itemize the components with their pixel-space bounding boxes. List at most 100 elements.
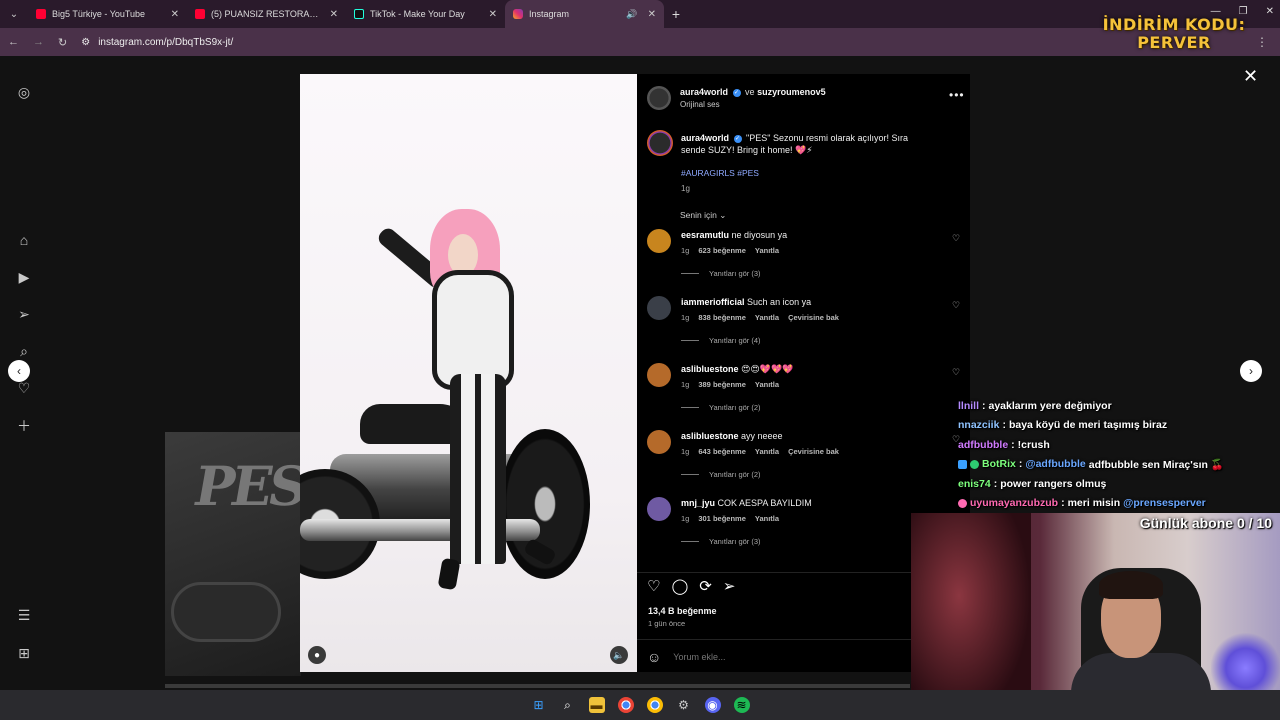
- like-comment-heart-icon[interactable]: ♡: [952, 300, 960, 311]
- site-info-icon[interactable]: ⚙: [81, 37, 90, 48]
- comment-avatar[interactable]: [647, 296, 671, 320]
- browser-menu-icon[interactable]: ⋮: [1256, 35, 1268, 49]
- comment-sort-dropdown[interactable]: Senin için ⌄: [680, 210, 726, 221]
- comment-input[interactable]: [673, 651, 874, 662]
- send-icon[interactable]: ➢: [16, 306, 32, 322]
- windows-start-icon[interactable]: ⊞: [531, 697, 547, 713]
- instagram-icon[interactable]: ◎: [16, 84, 32, 100]
- divider: [681, 340, 699, 341]
- tab-search-icon[interactable]: ⌄: [0, 0, 28, 28]
- like-comment-heart-icon[interactable]: ♡: [952, 367, 960, 378]
- translate-button[interactable]: Çevirisine bak: [788, 447, 839, 456]
- mute-audio-icon[interactable]: 🔈: [610, 646, 628, 664]
- more-options-icon[interactable]: •••: [949, 88, 965, 102]
- heart-icon[interactable]: ♡: [16, 380, 32, 396]
- view-replies-button[interactable]: Yanıtları gör (2): [681, 403, 761, 412]
- search-icon[interactable]: ⌕: [16, 343, 32, 359]
- caption-author-avatar[interactable]: [647, 130, 673, 156]
- view-replies-button[interactable]: Yanıtları gör (3): [681, 269, 761, 278]
- tab-youtube-big5[interactable]: Big5 Türkiye - YouTube ✕: [28, 0, 187, 28]
- view-replies-button[interactable]: Yanıtları gör (2): [681, 470, 761, 479]
- audio-link[interactable]: Orijinal ses: [680, 100, 720, 109]
- comment-likes[interactable]: 623 beğenme: [698, 246, 746, 255]
- reload-icon[interactable]: ↻: [58, 36, 67, 49]
- close-window-icon[interactable]: ✕: [1266, 6, 1274, 17]
- back-arrow-icon[interactable]: ←: [8, 36, 19, 48]
- comment-user[interactable]: mnj_jyu: [681, 498, 715, 508]
- new-tab-plus-icon[interactable]: +: [664, 6, 688, 22]
- caption-author[interactable]: aura4world: [681, 133, 729, 143]
- comment-likes[interactable]: 838 beğenme: [698, 313, 746, 322]
- comment-user[interactable]: aslibluestone: [681, 364, 739, 374]
- menu-icon[interactable]: ☰: [16, 607, 32, 623]
- next-post-button[interactable]: ›: [1240, 360, 1262, 382]
- settings-gear-icon[interactable]: ⚙: [676, 697, 692, 713]
- url-field[interactable]: ⚙ instagram.com/p/DbqTbS9x-jt/: [81, 37, 233, 48]
- comment-user[interactable]: aslibluestone: [681, 431, 739, 441]
- reply-button[interactable]: Yanıtla: [755, 514, 779, 523]
- reply-button[interactable]: Yanıtla: [755, 380, 779, 389]
- comment-user[interactable]: eesramutlu: [681, 230, 729, 240]
- horizontal-scrollbar[interactable]: [165, 684, 910, 688]
- repost-icon[interactable]: ⟳: [699, 577, 712, 595]
- chat-message: BotRix: @adfbubble adfbubble sen Miraç'sın…: [958, 455, 1280, 475]
- reels-icon[interactable]: ▶: [16, 269, 32, 285]
- divider: [681, 407, 699, 408]
- chat-separator: :: [1061, 497, 1065, 510]
- tab-youtube-restoran[interactable]: (5) PUANSIZ RESTORANLARI ELE ✕: [187, 0, 346, 28]
- chrome-icon[interactable]: [617, 697, 634, 713]
- comment-likes[interactable]: 389 beğenme: [698, 380, 746, 389]
- comment-avatar[interactable]: [647, 229, 671, 253]
- like-heart-icon[interactable]: ♡: [647, 577, 660, 595]
- view-replies-label: Yanıtları gör (2): [709, 470, 761, 479]
- close-tab-icon[interactable]: ✕: [171, 9, 179, 20]
- comment-bubble-icon[interactable]: ◯: [671, 577, 688, 595]
- reply-button[interactable]: Yanıtla: [755, 246, 779, 255]
- search-icon[interactable]: ⌕: [560, 697, 576, 713]
- forward-arrow-icon[interactable]: →: [33, 36, 44, 48]
- spotify-icon[interactable]: ≋: [733, 697, 750, 713]
- emoji-icon[interactable]: ☺: [647, 649, 661, 665]
- speaker-icon[interactable]: 🔊: [626, 9, 637, 20]
- author-link[interactable]: aura4world: [680, 87, 728, 97]
- comment-likes[interactable]: 643 beğenme: [698, 447, 746, 456]
- divider: [681, 474, 699, 475]
- discord-icon[interactable]: ◉: [704, 697, 721, 713]
- post-image[interactable]: ● 🔈: [300, 74, 637, 672]
- comment-avatar[interactable]: [647, 363, 671, 387]
- comment-avatar[interactable]: [647, 430, 671, 454]
- tab-tiktok[interactable]: TikTok - Make Your Day ✕: [346, 0, 505, 28]
- collab-author-link[interactable]: suzyroumenov5: [757, 87, 826, 97]
- close-modal-icon[interactable]: ✕: [1243, 66, 1258, 87]
- like-count[interactable]: 13,4 B beğenme: [648, 606, 717, 616]
- caption-hashtags[interactable]: #AURAGIRLS #PES: [681, 168, 759, 178]
- previous-post-button[interactable]: ‹: [8, 360, 30, 382]
- share-send-icon[interactable]: ➢: [723, 577, 736, 595]
- reply-button[interactable]: Yanıtla: [755, 313, 779, 322]
- plus-icon[interactable]: ＋: [16, 418, 32, 434]
- like-comment-heart-icon[interactable]: ♡: [952, 233, 960, 244]
- close-tab-icon[interactable]: ✕: [648, 9, 656, 20]
- author-avatar[interactable]: [647, 86, 671, 110]
- view-replies-button[interactable]: Yanıtları gör (4): [681, 336, 761, 345]
- close-tab-icon[interactable]: ✕: [330, 9, 338, 20]
- reply-button[interactable]: Yanıtla: [755, 447, 779, 456]
- comment-item: aslibluestone 😍😍💖💖💖 1g 389 beğenme Yanıt…: [647, 363, 967, 423]
- tagged-users-icon[interactable]: ●: [308, 646, 326, 664]
- close-tab-icon[interactable]: ✕: [489, 9, 497, 20]
- chrome-profile-icon[interactable]: [646, 697, 663, 713]
- chat-text: adfbubble sen Miraç'sın 🍒: [1088, 458, 1224, 471]
- chat-text: ayaklarım yere değmiyor: [988, 399, 1112, 412]
- comment-likes[interactable]: 301 beğenme: [698, 514, 746, 523]
- translate-button[interactable]: Çevirisine bak: [788, 313, 839, 322]
- view-replies-button[interactable]: Yanıtları gör (3): [681, 537, 761, 546]
- comment-avatar[interactable]: [647, 497, 671, 521]
- comment-user[interactable]: iammeriofficial: [681, 297, 745, 307]
- home-icon[interactable]: ⌂: [16, 232, 32, 248]
- comment-age: 1g: [681, 380, 690, 389]
- tab-instagram[interactable]: Instagram 🔊 ✕: [505, 0, 664, 28]
- divider: [681, 273, 699, 274]
- file-explorer-icon[interactable]: ▬: [588, 697, 605, 713]
- grid-icon[interactable]: ⊞: [16, 645, 32, 661]
- chat-text: !crush: [1017, 438, 1050, 451]
